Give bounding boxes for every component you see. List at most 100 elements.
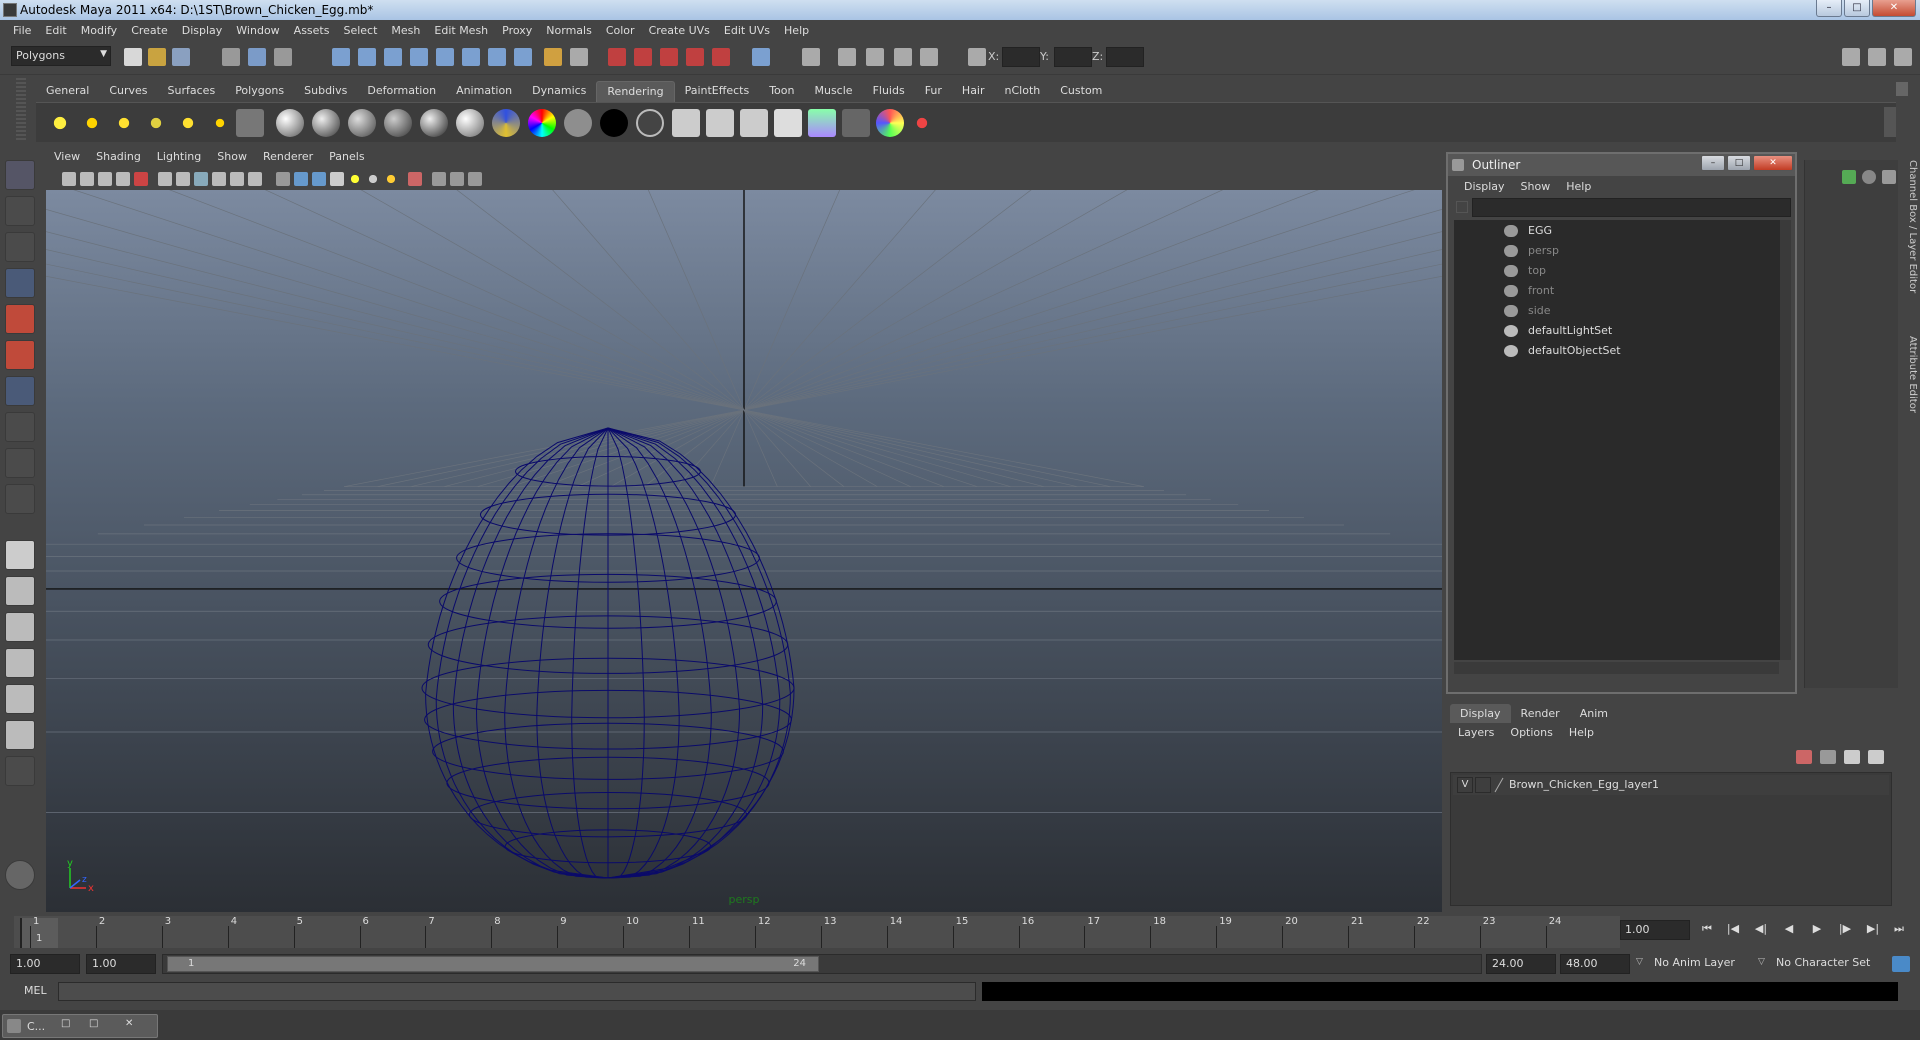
menu-edit[interactable]: Edit bbox=[38, 24, 73, 37]
outliner-search-field[interactable] bbox=[1472, 198, 1791, 217]
lock-icon[interactable] bbox=[544, 48, 562, 66]
menu-display[interactable]: Display bbox=[175, 24, 230, 37]
spot-light-icon[interactable] bbox=[142, 109, 170, 137]
menu-mesh[interactable]: Mesh bbox=[384, 24, 427, 37]
playback-start-field[interactable]: 1.00 bbox=[86, 954, 156, 974]
move-tool-icon[interactable] bbox=[5, 268, 35, 298]
ramp-shader-icon[interactable] bbox=[492, 109, 520, 137]
step-back-frame-button[interactable]: ◀| bbox=[1752, 922, 1770, 938]
render-view-shelf-icon[interactable] bbox=[672, 109, 700, 137]
layer-visibility-toggle[interactable]: V bbox=[1457, 777, 1473, 793]
mel-label[interactable]: MEL bbox=[24, 984, 47, 997]
all-lights-icon[interactable] bbox=[366, 172, 380, 186]
channel-box-icon-3[interactable] bbox=[1882, 170, 1896, 184]
mask-icon-2[interactable] bbox=[358, 48, 376, 66]
layout-options-icon[interactable] bbox=[5, 756, 35, 786]
select-tool-icon[interactable] bbox=[5, 160, 35, 190]
safe-action-icon[interactable] bbox=[248, 172, 262, 186]
z-field[interactable] bbox=[1106, 47, 1144, 67]
shelf-tab-curves[interactable]: Curves bbox=[99, 81, 158, 102]
channel-box-icon-2[interactable] bbox=[1862, 170, 1876, 184]
tool-settings-icon[interactable] bbox=[894, 48, 912, 66]
menu-create[interactable]: Create bbox=[124, 24, 175, 37]
ipr-render-icon[interactable] bbox=[660, 48, 678, 66]
anim-layer-dropdown[interactable]: No Anim Layer bbox=[1648, 954, 1758, 974]
new-scene-icon[interactable] bbox=[124, 48, 142, 66]
color-sphere-icon[interactable] bbox=[876, 109, 904, 137]
create-empty-layer-icon[interactable] bbox=[1844, 750, 1860, 764]
persp-graph-layout-icon[interactable] bbox=[5, 648, 35, 678]
snap-curve-icon[interactable] bbox=[436, 48, 454, 66]
outliner-persp-graph-layout-icon[interactable] bbox=[5, 720, 35, 750]
select-hierarchy-icon[interactable] bbox=[222, 48, 240, 66]
layered-shader-icon[interactable] bbox=[384, 109, 412, 137]
xray-icon[interactable] bbox=[432, 172, 446, 186]
playback-end-field[interactable]: 24.00 bbox=[1486, 954, 1556, 974]
outliner-maximize-button[interactable]: □ bbox=[1727, 155, 1751, 171]
minimized-maximize-icon[interactable]: □ bbox=[89, 1018, 98, 1029]
use-background-icon[interactable] bbox=[600, 109, 628, 137]
outliner-filter-icon[interactable] bbox=[1456, 201, 1468, 213]
outliner-item[interactable]: defaultObjectSet bbox=[1454, 342, 1779, 360]
universal-manipulator-icon[interactable] bbox=[5, 376, 35, 406]
layer-editor-icon[interactable] bbox=[920, 48, 938, 66]
menu-window[interactable]: Window bbox=[229, 24, 286, 37]
shelf-tab-deformation[interactable]: Deformation bbox=[357, 81, 447, 102]
resolution-gate-icon[interactable] bbox=[194, 172, 208, 186]
minimized-restore-icon[interactable]: □ bbox=[61, 1018, 70, 1029]
shelf-tab-rendering[interactable]: Rendering bbox=[596, 81, 675, 102]
outliner-menu-show[interactable]: Show bbox=[1513, 180, 1559, 193]
snap-point-icon[interactable] bbox=[462, 48, 480, 66]
minimized-window[interactable]: C... □ □ ✕ bbox=[2, 1014, 158, 1038]
grease-pencil-icon[interactable] bbox=[134, 172, 148, 186]
outliner-item[interactable]: front bbox=[1454, 282, 1779, 300]
render-current-shelf-icon[interactable] bbox=[706, 109, 734, 137]
shading-map-icon[interactable] bbox=[528, 109, 556, 137]
phong-shader-icon[interactable] bbox=[420, 109, 448, 137]
snap-plane-icon[interactable] bbox=[488, 48, 506, 66]
channel-box-icon-1[interactable] bbox=[1842, 170, 1856, 184]
panel-menu-show[interactable]: Show bbox=[209, 150, 255, 168]
mask-icon-3[interactable] bbox=[384, 48, 402, 66]
batch-render-shelf-icon[interactable] bbox=[740, 109, 768, 137]
outliner-item[interactable]: persp bbox=[1454, 242, 1779, 260]
shelf-scroll[interactable] bbox=[1884, 107, 1896, 137]
outliner-horizontal-scrollbar[interactable] bbox=[1454, 662, 1779, 674]
wireframe-icon[interactable] bbox=[276, 172, 290, 186]
play-backwards-button[interactable]: ◀ bbox=[1780, 922, 1798, 938]
menu-set-dropdown[interactable]: Polygons ▼ bbox=[11, 46, 111, 66]
menu-file[interactable]: File bbox=[6, 24, 38, 37]
volume-light-icon[interactable] bbox=[206, 109, 234, 137]
select-component-icon[interactable] bbox=[274, 48, 292, 66]
range-thumb[interactable]: 1 24 bbox=[167, 956, 819, 972]
single-perspective-layout-icon[interactable] bbox=[5, 540, 35, 570]
x-field[interactable] bbox=[1002, 47, 1040, 67]
shelf-tab-polygons[interactable]: Polygons bbox=[225, 81, 295, 102]
layer-playback-toggle[interactable] bbox=[1475, 777, 1491, 793]
outliner-menu-help[interactable]: Help bbox=[1558, 180, 1599, 193]
maximize-button[interactable]: □ bbox=[1844, 0, 1870, 17]
layer-tab-render[interactable]: Render bbox=[1511, 704, 1570, 723]
layer-row[interactable]: V Brown_Chicken_Egg_layer1 bbox=[1453, 775, 1889, 795]
surface-shader-icon[interactable] bbox=[564, 109, 592, 137]
camera-attributes-icon[interactable] bbox=[80, 172, 94, 186]
outliner-close-button[interactable]: ✕ bbox=[1753, 155, 1793, 171]
input-line-icon[interactable] bbox=[752, 48, 770, 66]
shelf-tab-dynamics[interactable]: Dynamics bbox=[522, 81, 597, 102]
menu-edit-uvs[interactable]: Edit UVs bbox=[717, 24, 777, 37]
minimized-close-icon[interactable]: ✕ bbox=[125, 1018, 133, 1029]
attribute-editor-icon[interactable] bbox=[866, 48, 884, 66]
menu-help[interactable]: Help bbox=[777, 24, 816, 37]
help-question-icon[interactable] bbox=[514, 48, 532, 66]
timeline[interactable]: 1 1 2 3 4 5 6 7 8 9 10 11 12 13 14 15 16 17 18 19 20 21 22 23 2… bbox=[14, 916, 1620, 948]
panel-menu-renderer[interactable]: Renderer bbox=[255, 150, 321, 168]
grid-toggle-icon[interactable] bbox=[158, 172, 172, 186]
shelf-tab-fluids[interactable]: Fluids bbox=[862, 81, 915, 102]
go-to-start-button[interactable]: ⏮ bbox=[1698, 922, 1716, 938]
ipr-shelf-icon[interactable] bbox=[842, 109, 870, 137]
point-light-icon[interactable] bbox=[110, 109, 138, 137]
panel-layout-icon-2[interactable] bbox=[1868, 48, 1886, 66]
quick-layout-icon[interactable] bbox=[5, 860, 35, 890]
shelf-tab-animation[interactable]: Animation bbox=[446, 81, 523, 102]
mask-icon-1[interactable] bbox=[332, 48, 350, 66]
